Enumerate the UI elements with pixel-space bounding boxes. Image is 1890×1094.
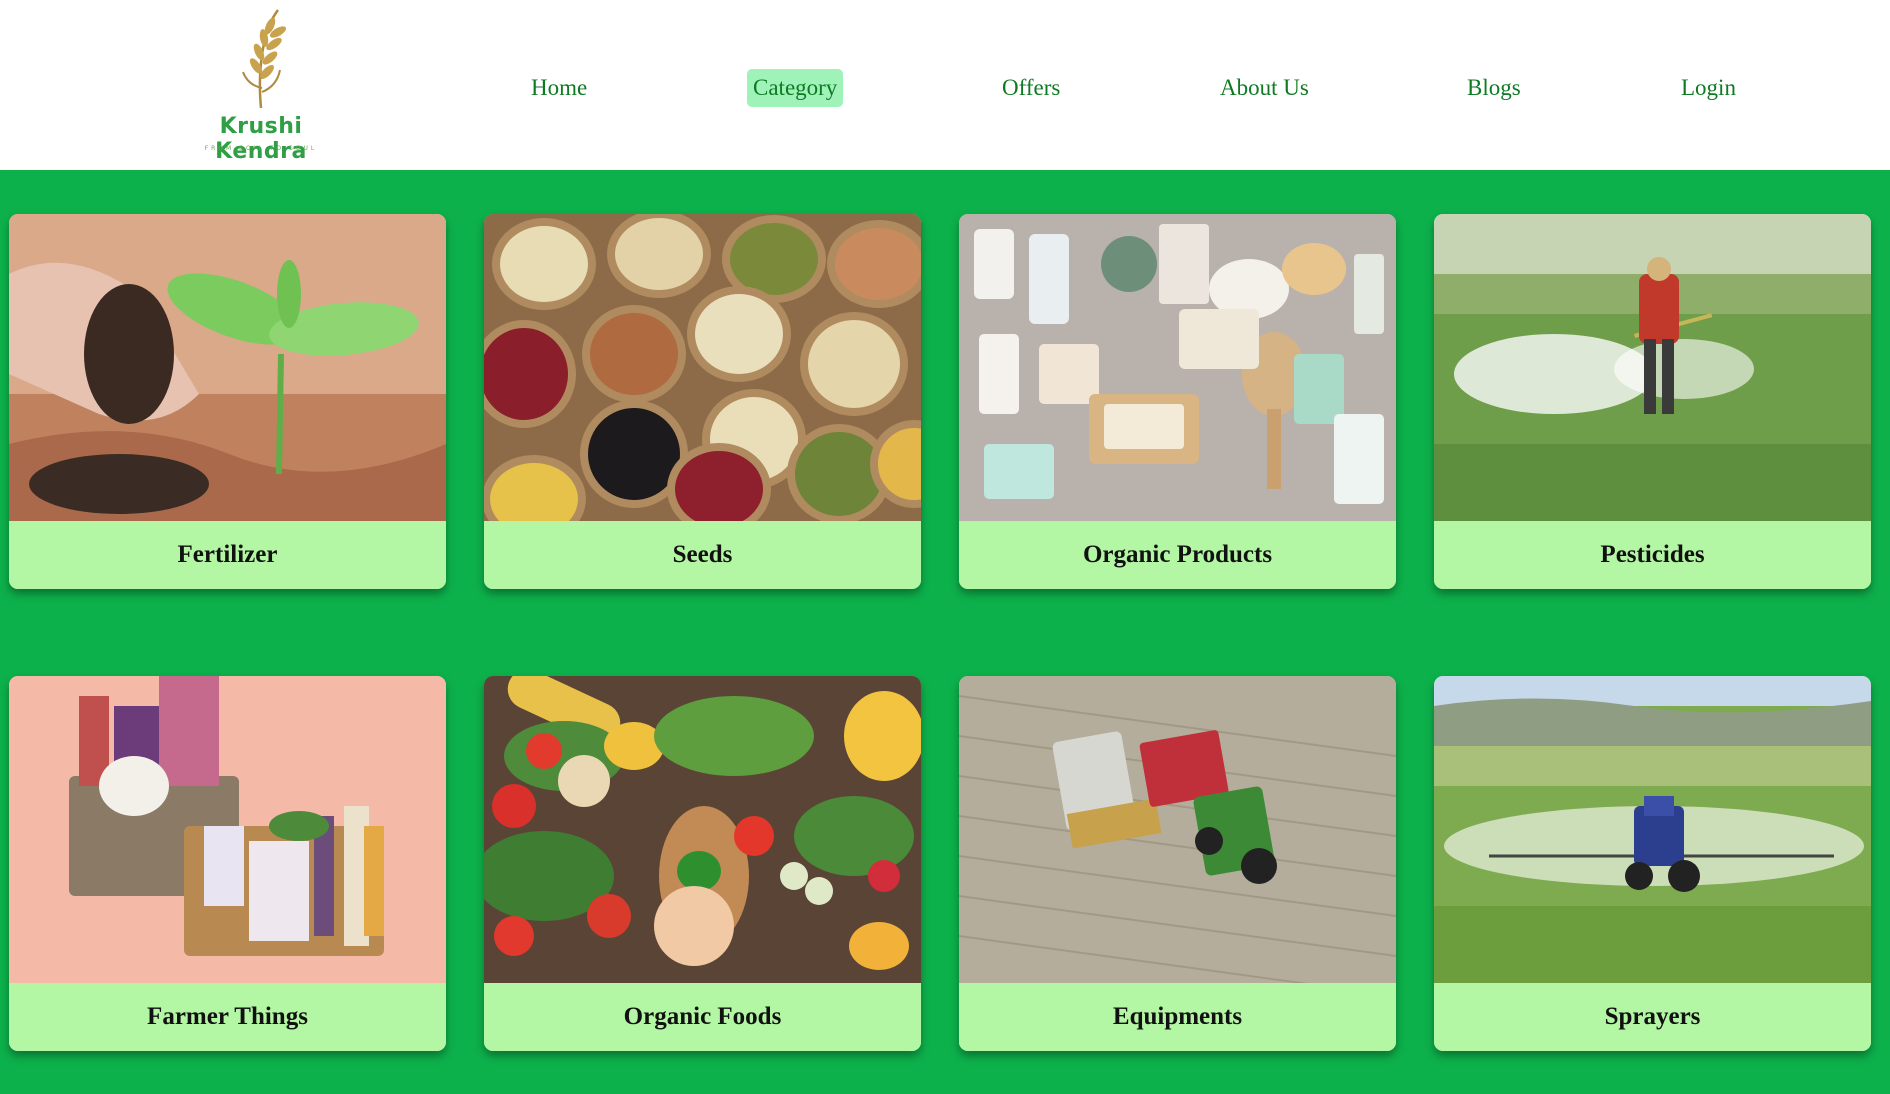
category-label: Sprayers [1434, 983, 1871, 1051]
category-card-farmer-things[interactable]: Farmer Things [9, 676, 446, 1051]
site-header: Krushi Kendra FROM SOIL TO SOUL Home Cat… [0, 0, 1890, 170]
sprayers-image [1434, 676, 1871, 983]
category-card-seeds[interactable]: Seeds [484, 214, 921, 589]
nav-offers[interactable]: Offers [996, 69, 1066, 107]
category-card-organic-products[interactable]: Organic Products [959, 214, 1396, 589]
category-label: Equipments [959, 983, 1396, 1051]
category-label: Farmer Things [9, 983, 446, 1051]
nav-blogs[interactable]: Blogs [1461, 69, 1527, 107]
fertilizer-image [9, 214, 446, 521]
organic-products-image [959, 214, 1396, 521]
category-label: Organic Foods [484, 983, 921, 1051]
category-label: Seeds [484, 521, 921, 589]
category-card-sprayers[interactable]: Sprayers [1434, 676, 1871, 1051]
category-label: Organic Products [959, 521, 1396, 589]
category-card-fertilizer[interactable]: Fertilizer [9, 214, 446, 589]
category-label: Fertilizer [9, 521, 446, 589]
logo-name: Krushi Kendra [215, 114, 307, 164]
category-card-organic-foods[interactable]: Organic Foods [484, 676, 921, 1051]
nav-home[interactable]: Home [525, 69, 593, 107]
pesticides-image [1434, 214, 1871, 521]
nav-login[interactable]: Login [1675, 69, 1742, 107]
seeds-image [484, 214, 921, 521]
logo-tagline: FROM SOIL TO SOUL [204, 145, 318, 152]
nav-category[interactable]: Category [747, 69, 844, 107]
category-card-pesticides[interactable]: Pesticides [1434, 214, 1871, 589]
organic-foods-image [484, 676, 921, 983]
equipments-image [959, 676, 1396, 983]
category-label: Pesticides [1434, 521, 1871, 589]
farmer-things-image [9, 676, 446, 983]
nav-about-us[interactable]: About Us [1214, 69, 1315, 107]
wheat-logo-icon [242, 9, 287, 108]
site-logo[interactable]: Krushi Kendra FROM SOIL TO SOUL [170, 8, 352, 164]
category-card-equipments[interactable]: Equipments [959, 676, 1396, 1051]
